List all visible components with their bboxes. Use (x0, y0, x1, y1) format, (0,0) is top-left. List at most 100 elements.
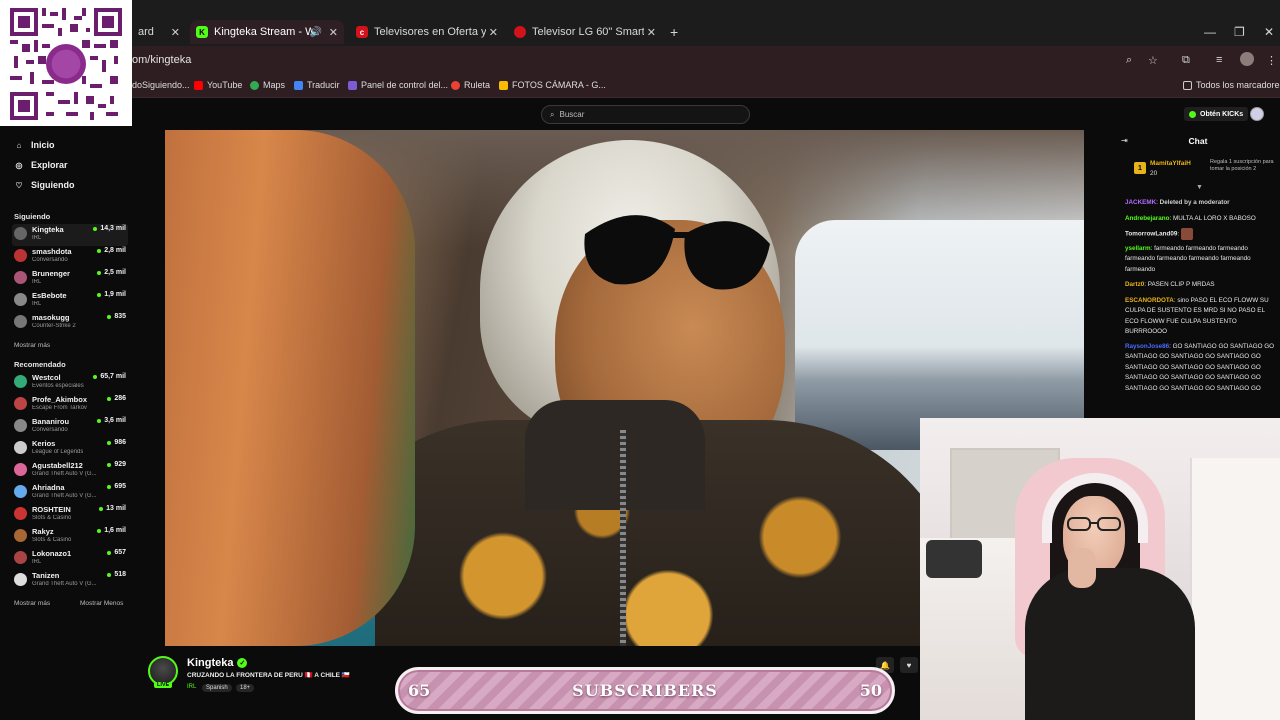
browser-tab[interactable]: ard ✕ (132, 20, 186, 44)
video-scene (525, 400, 705, 510)
extensions-icon[interactable]: ⧉ (1182, 54, 1190, 67)
browser-tab[interactable]: Televisor LG 60" Smart UHD 4K ✕ (508, 20, 662, 44)
channel-row[interactable]: Bananirou Conversando 3,6 mil (12, 416, 128, 438)
channel-viewers: 518 (107, 571, 126, 578)
channel-avatar (14, 375, 27, 388)
bookmark-label: YouTube (207, 80, 243, 90)
search-icon[interactable]: ⌕ (1126, 54, 1132, 67)
category-tag[interactable]: IRL (187, 684, 196, 690)
nav-home[interactable]: ⌂ Inicio (14, 140, 55, 150)
all-bookmarks[interactable]: Todos los marcadores (1183, 80, 1280, 90)
gift-sub-prompt[interactable]: Regala 1 suscripción para tomar la posic… (1210, 159, 1276, 172)
channel-name: ROSHTEIN (32, 505, 71, 514)
live-dot-icon (107, 550, 112, 555)
channel-row[interactable]: Ahriadna Grand Theft Auto V (G... 695 (12, 482, 128, 504)
close-icon[interactable]: ✕ (171, 26, 180, 39)
browser-tab-active[interactable]: K Kingteka Stream - Watch Li 🔊 ✕ (190, 20, 344, 44)
chat-username[interactable]: ESCANORDOTA (1125, 297, 1174, 304)
kick-favicon-icon: K (196, 26, 208, 38)
channel-row[interactable]: Profe_Akimbox Escape From Tarkov 286 (12, 394, 128, 416)
bookmark-item[interactable]: Maps (250, 80, 285, 90)
media-control-icon[interactable]: ≡ (1216, 54, 1222, 66)
speaker-icon[interactable]: 🔊 (310, 27, 322, 38)
viewer-count: 13 mil (106, 505, 126, 512)
get-kicks-button[interactable]: Obtén KICKs (1184, 107, 1249, 121)
channel-row[interactable]: Westcol Eventos especiales 65,7 mil (12, 372, 128, 394)
chat-username[interactable]: Dartz0 (1125, 281, 1144, 288)
close-window-icon[interactable]: ✕ (1264, 25, 1274, 39)
channel-row[interactable]: Agustabell212 Grand Theft Auto V (G... 929 (12, 460, 128, 482)
expand-leaderboard-icon[interactable]: ▼ (1196, 184, 1203, 191)
close-icon[interactable]: ✕ (329, 26, 338, 39)
bookmark-item[interactable]: Panel de control del... (348, 80, 448, 90)
video-scene (795, 220, 1084, 450)
menu-icon[interactable]: ⋮ (1266, 54, 1277, 67)
channel-avatar (14, 529, 27, 542)
channel-row[interactable]: Tanizen Grand Theft Auto V (G... 518 (12, 570, 128, 592)
chat-message: RaysonJose86: GO SANTIAGO GO SANTIAGO GO… (1125, 343, 1275, 392)
channel-row[interactable]: Lokonazo1 IRL 657 (12, 548, 128, 570)
chat-emote-icon (1180, 228, 1193, 240)
minimize-icon[interactable]: — (1204, 25, 1216, 39)
channel-name: Ahriadna (32, 483, 65, 492)
live-dot-icon (97, 270, 102, 275)
chat-text: PASEN CLIP P MRDAS (1147, 281, 1215, 288)
webcam-scene (1025, 568, 1195, 720)
channel-viewers: 286 (107, 395, 126, 402)
bookmark-item[interactable]: Traducir (294, 80, 340, 90)
close-icon[interactable]: ✕ (489, 26, 498, 39)
recommended-show-more[interactable]: Mostrar más (14, 600, 50, 607)
channel-viewers: 835 (107, 313, 126, 320)
profile-avatar[interactable] (1240, 52, 1254, 66)
channel-category: Grand Theft Auto V (G... (32, 471, 97, 477)
browser-tab[interactable]: c Televisores en Oferta y Smart T ✕ (350, 20, 504, 44)
chat-username[interactable]: ysellarm (1125, 245, 1151, 252)
search-input[interactable]: ⌕ Buscar (541, 105, 750, 124)
age-tag[interactable]: 18+ (236, 684, 255, 692)
following-show-more[interactable]: Mostrar más (14, 342, 50, 349)
channel-row[interactable]: ROSHTEIN Slots & Casino 13 mil (12, 504, 128, 526)
address-bar: om/kingteka ⌕ ☆ ⧉ ≡ (0, 46, 1280, 74)
chat-username[interactable]: RaysonJose86 (1125, 343, 1169, 350)
channel-row[interactable]: smashdota Conversando 2,8 mil (12, 246, 128, 268)
nav-explore[interactable]: ◎ Explorar (14, 160, 68, 170)
top-gifter-name[interactable]: MamitaYlfaiH (1150, 160, 1191, 167)
nav-following[interactable]: ♡ Siguiendo (14, 180, 74, 190)
new-tab-button[interactable]: + (670, 24, 678, 40)
restore-icon[interactable]: ❐ (1234, 25, 1245, 39)
channel-row[interactable]: EsBebote IRL 1,9 mil (12, 290, 128, 312)
recommended-show-less[interactable]: Mostrar Menos (80, 600, 123, 607)
store-favicon-icon: c (356, 26, 368, 38)
language-tag[interactable]: Spanish (202, 684, 232, 692)
streamer-name[interactable]: Kingteka ✓ (187, 657, 248, 669)
channel-viewers: 2,8 mil (97, 247, 126, 254)
video-scene (165, 130, 415, 646)
url-field[interactable]: om/kingteka (132, 54, 191, 66)
user-avatar[interactable] (1250, 107, 1264, 121)
drive-icon (499, 80, 508, 90)
bookmark-item[interactable]: Ruleta (451, 80, 490, 90)
live-dot-icon (97, 292, 102, 297)
live-dot-icon (107, 314, 112, 319)
channel-row[interactable]: masokugg Counter-Strike 2 835 (12, 312, 128, 334)
bookmark-item[interactable]: FOTOS CÁMARA - G... (499, 80, 606, 90)
viewer-count: 65,7 mil (100, 373, 126, 380)
channel-row[interactable]: Rakyz Slots & Casino 1,6 mil (12, 526, 128, 548)
heart-follow-icon[interactable]: ♥ (900, 657, 918, 673)
chat-text: MULTA AL LORO X BABOSO (1172, 215, 1256, 222)
chat-username[interactable]: Andrebejarano (1125, 215, 1169, 222)
channel-row[interactable]: Brunenger IRL 2,5 mil (12, 268, 128, 290)
channel-category: Counter-Strike 2 (32, 323, 76, 329)
kicks-icon (1189, 110, 1196, 118)
viewer-count: 2,5 mil (104, 269, 126, 276)
channel-row[interactable]: Kerios League of Legends 986 (12, 438, 128, 460)
bookmark-item[interactable]: YouTube (194, 80, 242, 90)
channel-row[interactable]: Kingteka IRL 14,3 mil (12, 224, 128, 246)
chat-username[interactable]: TomorrowLand09 (1125, 231, 1177, 238)
compass-icon: ◎ (15, 160, 23, 170)
chat-username[interactable]: JACKEMK (1125, 199, 1156, 206)
bookmark-item[interactable]: doSiguiendo... (132, 80, 190, 90)
star-icon[interactable]: ☆ (1148, 54, 1158, 67)
close-icon[interactable]: ✕ (647, 26, 656, 39)
video-scene (620, 430, 626, 646)
